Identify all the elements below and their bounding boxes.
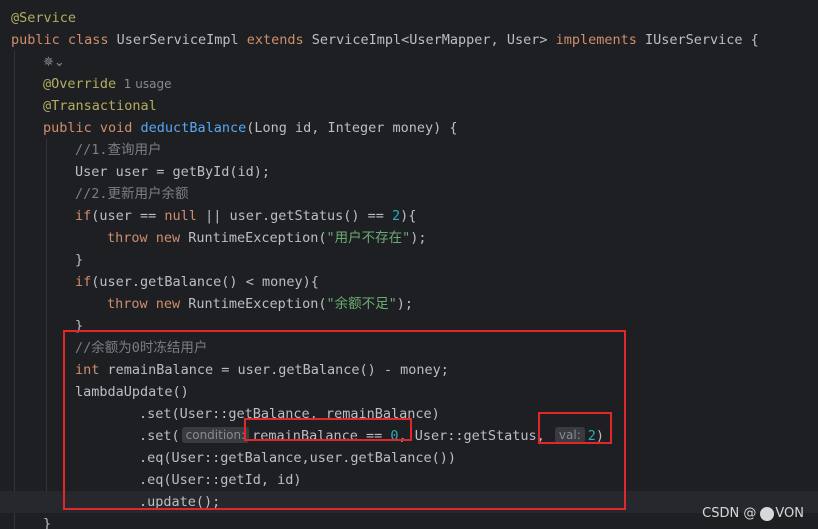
code-token: lambdaUpdate() [75, 384, 189, 400]
watermark-suffix: VON [775, 506, 804, 521]
code-token: RuntimeException( [188, 230, 327, 246]
code-token: null [164, 208, 197, 224]
code-token: throw new [107, 230, 189, 246]
code-token: UserServiceImpl [116, 32, 247, 48]
code-token: IUserService { [645, 32, 759, 48]
code-line[interactable]: @Override 1 usage [0, 73, 818, 95]
parameter-hint: val: [554, 427, 585, 443]
code-token: } [75, 318, 84, 334]
code-token: || user.getStatus() == [196, 208, 393, 224]
watermark: CSDN @ VON [702, 506, 804, 521]
code-token: @Override [43, 76, 117, 92]
code-line[interactable]: //余额为0时冻结用户 [0, 337, 818, 359]
code-token: deductBalance [140, 120, 247, 136]
code-line[interactable]: .eq(User::getBalance,user.getBalance()) [0, 447, 818, 469]
code-token: 2 [587, 428, 596, 444]
code-token: @Transactional [43, 98, 157, 114]
code-line[interactable]: .eq(User::getId, id) [0, 469, 818, 491]
code-line[interactable]: ✵⌄ [0, 51, 818, 73]
code-line[interactable]: int remainBalance = user.getBalance() - … [0, 359, 818, 381]
watermark-avatar-icon [760, 506, 775, 521]
code-token: ServiceImpl<UserMapper, User> [311, 32, 556, 48]
code-token: .eq(User::getBalance,user.getBalance()) [139, 450, 456, 466]
code-token: (Long id, Integer money) { [246, 120, 458, 136]
code-token: (user == [91, 208, 165, 224]
code-token: "用户不存在" [326, 230, 411, 246]
code-line[interactable]: @Service [0, 7, 818, 29]
code-token: @Service [11, 10, 77, 26]
watermark-prefix: CSDN @ [702, 506, 757, 521]
code-editor[interactable]: @Service public class UserServiceImpl ext… [0, 0, 818, 529]
code-line[interactable]: } [0, 249, 818, 271]
code-line[interactable]: .update(); [0, 491, 818, 513]
code-line[interactable]: if(user.getBalance() < money){ [0, 271, 818, 293]
code-token: ); [410, 230, 427, 246]
code-token: ) [595, 428, 605, 444]
code-line[interactable]: } [0, 315, 818, 337]
code-line[interactable]: throw new RuntimeException("余额不足"); [0, 293, 818, 315]
code-line[interactable]: .set(User::getBalance, remainBalance) [0, 403, 818, 425]
code-token: } [43, 516, 52, 529]
code-token: (user.getBalance() < money){ [91, 274, 319, 290]
code-token: ){ [400, 208, 417, 224]
parameter-hint: condition: [181, 427, 250, 443]
code-token: RuntimeException( [188, 296, 327, 312]
code-token: 2 [392, 208, 401, 224]
code-token: .eq(User::getId, id) [139, 472, 302, 488]
code-token: User user = getById(id); [75, 164, 271, 180]
code-token: implements [555, 32, 645, 48]
code-token: throw new [107, 296, 189, 312]
code-line[interactable]: throw new RuntimeException("用户不存在"); [0, 227, 818, 249]
ai-assistant-icon[interactable]: ✵⌄ [43, 52, 65, 74]
code-line[interactable]: User user = getById(id); [0, 161, 818, 183]
code-token: //1.查询用户 [75, 142, 162, 158]
code-token: } [75, 252, 84, 268]
code-token: int [75, 362, 108, 378]
code-token: .set(User::getBalance, remainBalance) [139, 406, 440, 422]
code-token: "余额不足" [326, 296, 397, 312]
code-token: //2.更新用户余额 [75, 186, 189, 202]
code-line[interactable]: //1.查询用户 [0, 139, 818, 161]
code-line[interactable]: //2.更新用户余额 [0, 183, 818, 205]
code-token: if [75, 208, 92, 224]
code-token: public void [43, 120, 141, 136]
code-token: , User::getStatus, [398, 428, 553, 444]
code-line[interactable]: } [0, 513, 818, 529]
code-line[interactable]: @Transactional [0, 95, 818, 117]
code-line[interactable]: .set(condition: remainBalance == 0, User:… [0, 425, 818, 447]
code-token: .set( [139, 428, 180, 444]
usage-hint: 1 usage [116, 77, 172, 91]
code-token: remainBalance == [252, 428, 391, 444]
code-token: if [75, 274, 92, 290]
code-line[interactable]: lambdaUpdate() [0, 381, 818, 403]
code-token: .update(); [139, 494, 221, 510]
code-token: remainBalance = user.getBalance() - mone… [107, 362, 449, 378]
code-token: ); [396, 296, 413, 312]
code-line[interactable]: public class UserServiceImpl extends Ser… [0, 29, 818, 51]
code-token: extends [246, 32, 312, 48]
code-line[interactable]: if(user == null || user.getStatus() == 2… [0, 205, 818, 227]
code-token: public class [11, 32, 117, 48]
code-line[interactable]: public void deductBalance(Long id, Integ… [0, 117, 818, 139]
code-token: //余额为0时冻结用户 [75, 340, 208, 356]
